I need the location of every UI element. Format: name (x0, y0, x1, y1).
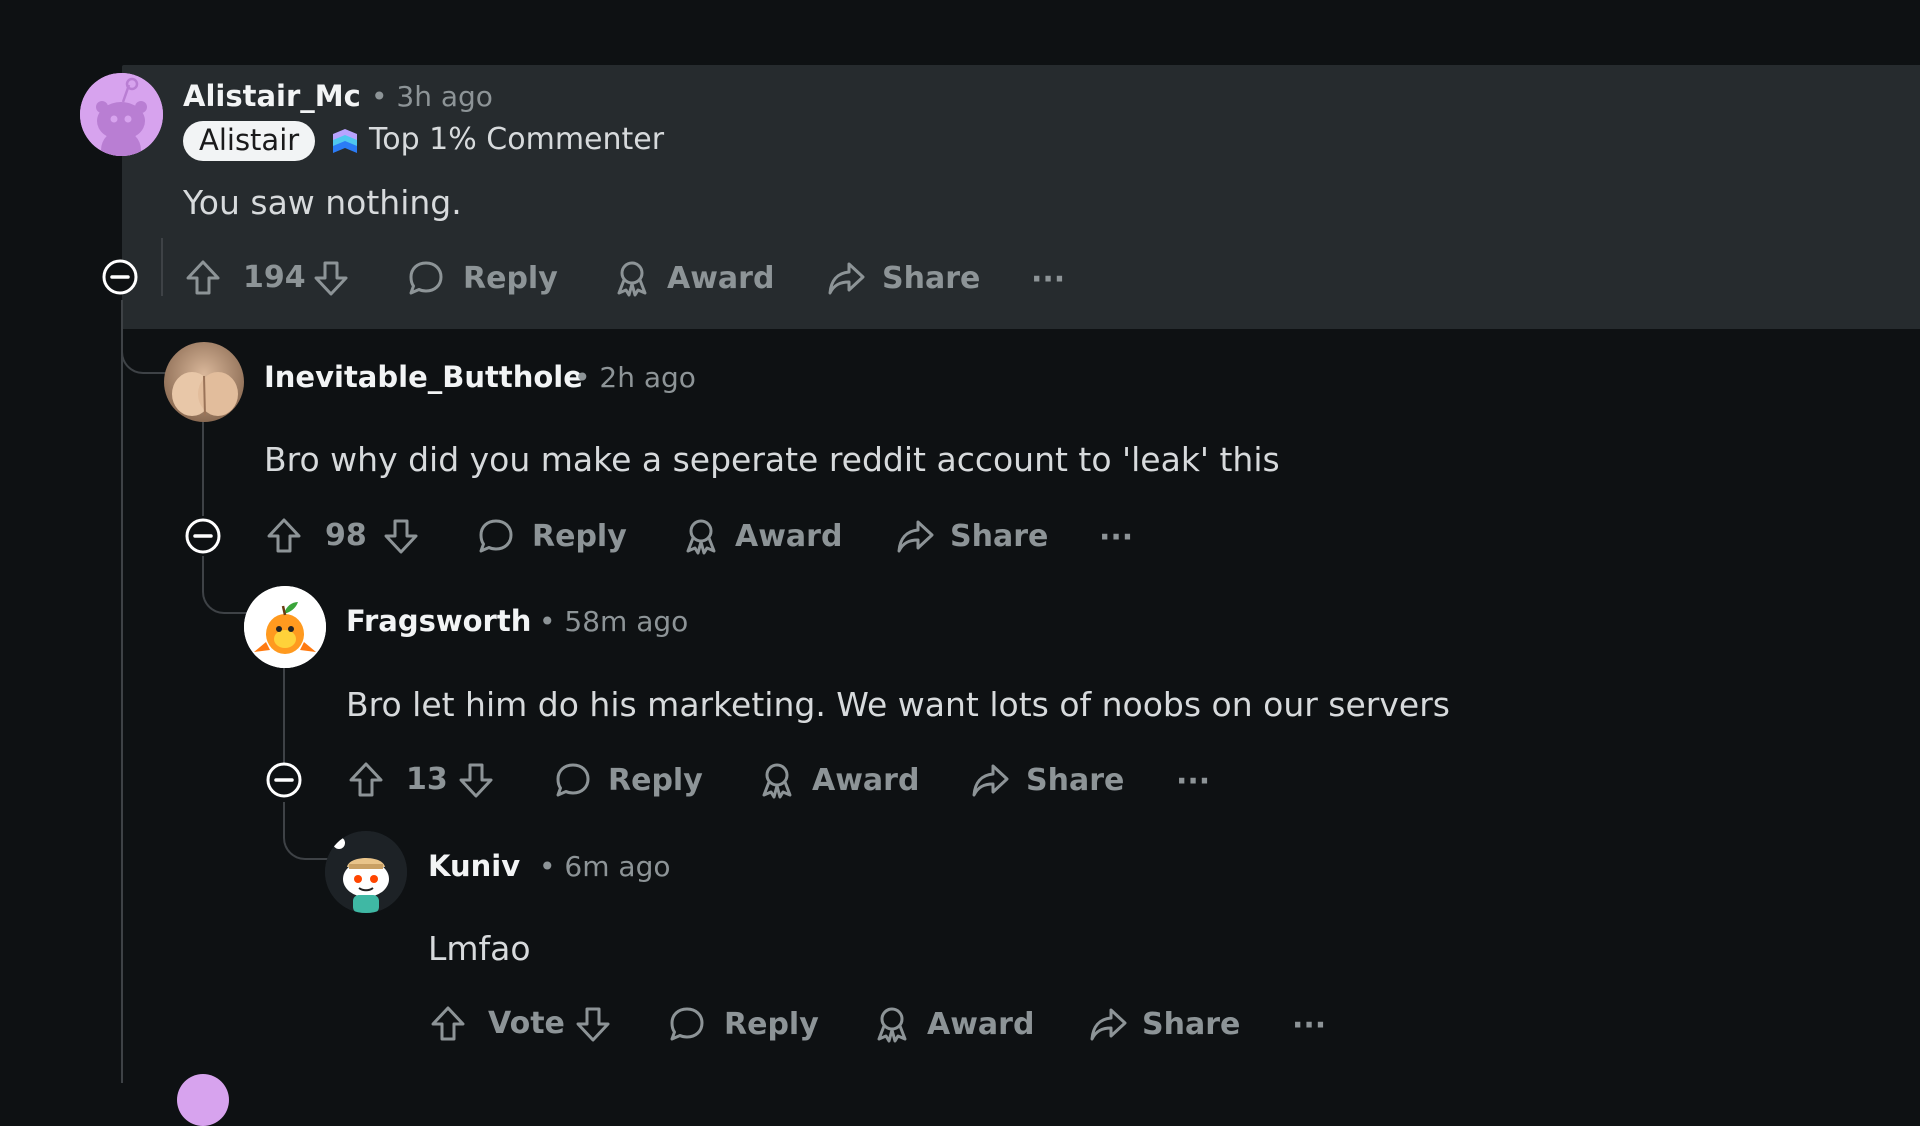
downvote-button[interactable] (456, 760, 496, 800)
vote-count: 98 (325, 518, 367, 553)
avatar[interactable] (164, 342, 244, 422)
share-button[interactable]: Share (970, 760, 1124, 800)
thread-connector (121, 330, 167, 374)
reply-button[interactable]: Reply (406, 258, 558, 298)
comment-timestamp[interactable]: • 6m ago (539, 850, 670, 883)
avatar[interactable] (80, 73, 163, 156)
share-icon (826, 258, 866, 298)
top-commenter-badge: Top 1% Commenter (369, 122, 665, 157)
vote-label: Vote (488, 1006, 565, 1041)
reply-icon (476, 516, 516, 556)
award-button[interactable]: Award (872, 1004, 1034, 1044)
reply-button[interactable]: Reply (667, 1004, 819, 1044)
downvote-icon (311, 258, 351, 298)
downvote-button[interactable] (381, 516, 421, 556)
comment-body: Lmfao (428, 929, 531, 968)
more-options-button[interactable]: ··· (1099, 520, 1133, 555)
downvote-button[interactable] (311, 258, 351, 298)
user-flair: Alistair (183, 121, 316, 161)
more-options-button[interactable]: ··· (1292, 1008, 1326, 1043)
share-label: Share (1026, 762, 1125, 798)
award-button[interactable]: Award (612, 258, 774, 298)
comment-body: Bro why did you make a seperate reddit a… (264, 440, 1280, 479)
upvote-button[interactable] (346, 760, 386, 800)
thread-line (283, 668, 285, 764)
vote-count: 13 (406, 762, 448, 797)
reply-button[interactable]: Reply (553, 760, 703, 800)
avatar[interactable] (244, 586, 326, 668)
award-label: Award (735, 518, 843, 554)
share-label: Share (1142, 1006, 1241, 1042)
reply-label: Reply (724, 1006, 819, 1042)
reply-label: Reply (463, 260, 558, 296)
more-options-button[interactable]: ··· (1031, 262, 1065, 297)
comment-username[interactable]: Fragsworth (346, 604, 531, 638)
award-button[interactable]: Award (757, 760, 919, 800)
snoo-chef-avatar (325, 831, 407, 913)
reply-icon (667, 1004, 707, 1044)
share-label: Share (950, 518, 1049, 554)
award-icon (757, 760, 797, 800)
reply-icon (553, 760, 593, 800)
award-label: Award (667, 260, 775, 296)
vote-count: 194 (243, 260, 306, 295)
award-label: Award (812, 762, 920, 798)
upvote-button[interactable] (428, 1004, 468, 1044)
reply-label: Reply (608, 762, 703, 798)
thread-connector (283, 802, 329, 860)
more-options-button[interactable]: ··· (1176, 764, 1210, 799)
avatar[interactable] (325, 831, 407, 913)
downvote-icon (573, 1004, 613, 1044)
reply-button[interactable]: Reply (476, 516, 627, 556)
downvote-button[interactable] (573, 1004, 613, 1044)
orange-fish-avatar (244, 586, 326, 668)
upvote-icon (346, 760, 386, 800)
avatar[interactable] (177, 1074, 229, 1126)
reply-icon (406, 258, 446, 298)
share-button[interactable]: Share (895, 516, 1048, 556)
share-icon (1088, 1004, 1128, 1044)
thread-line (161, 238, 163, 296)
upvote-button[interactable] (264, 516, 304, 556)
comment-timestamp[interactable]: • 3h ago (371, 80, 493, 113)
downvote-icon (456, 760, 496, 800)
share-label: Share (882, 260, 981, 296)
upvote-icon (183, 258, 223, 298)
share-icon (895, 516, 935, 556)
share-button[interactable]: Share (826, 258, 980, 298)
thread-line (202, 420, 204, 516)
photo-avatar (164, 342, 244, 422)
downvote-icon (381, 516, 421, 556)
reply-label: Reply (532, 518, 627, 554)
award-icon (872, 1004, 912, 1044)
thread-line (121, 300, 123, 1083)
award-button[interactable]: Award (681, 516, 842, 556)
comment-timestamp[interactable]: • 58m ago (539, 605, 688, 638)
comment-username[interactable]: Kuniv (428, 849, 520, 883)
upvote-button[interactable] (183, 258, 223, 298)
comment-body: Bro let him do his marketing. We want lo… (346, 685, 1450, 724)
comment-body: You saw nothing. (183, 183, 462, 222)
collapse-thread-icon[interactable] (265, 761, 303, 799)
upvote-icon (264, 516, 304, 556)
comment-username[interactable]: Inevitable_Butthole (264, 360, 583, 394)
comment-username[interactable]: Alistair_Mc (183, 79, 361, 113)
award-label: Award (927, 1006, 1035, 1042)
share-button[interactable]: Share (1088, 1004, 1240, 1044)
thread-connector (202, 556, 248, 614)
award-icon (612, 258, 652, 298)
award-icon (681, 516, 721, 556)
top-commenter-badge-icon (330, 126, 360, 156)
collapse-thread-icon[interactable] (101, 258, 139, 296)
upvote-icon (428, 1004, 468, 1044)
share-icon (970, 760, 1010, 800)
collapse-thread-icon[interactable] (184, 517, 222, 555)
snoo-default-avatar-icon (80, 73, 163, 156)
comment-timestamp[interactable]: • 2h ago (574, 361, 696, 394)
